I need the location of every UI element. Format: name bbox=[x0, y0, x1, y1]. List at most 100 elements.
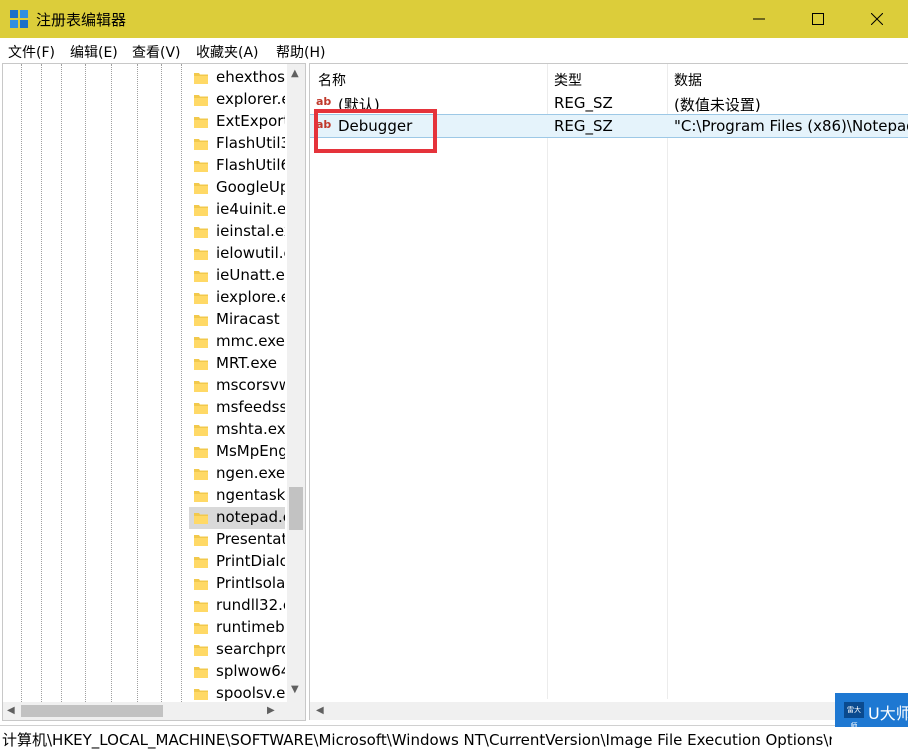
tree-item[interactable]: MsMpEng bbox=[189, 441, 285, 463]
tree-item-label: ExtExport.exe bbox=[216, 112, 285, 130]
tree-scroll-thumb[interactable] bbox=[289, 487, 303, 530]
tree-item[interactable]: ngentask bbox=[189, 485, 285, 507]
tree-item[interactable]: iexplore.exe bbox=[189, 287, 285, 309]
folder-icon bbox=[194, 513, 208, 524]
registry-editor-icon bbox=[10, 10, 28, 28]
folder-icon bbox=[194, 447, 208, 458]
tree-item[interactable]: ExtExport.exe bbox=[189, 111, 285, 133]
tree-item[interactable]: mmc.exe bbox=[189, 331, 285, 353]
value-type: REG_SZ bbox=[554, 94, 613, 112]
folder-icon bbox=[194, 183, 208, 194]
tree-guide bbox=[61, 64, 62, 702]
tree-hscroll-thumb[interactable] bbox=[21, 705, 163, 717]
tree-item-label: ie4uinit.exe bbox=[216, 200, 285, 218]
close-icon bbox=[871, 13, 883, 25]
tree-item[interactable]: ie4uinit.exe bbox=[189, 199, 285, 221]
tree-item-label: GoogleUpdate bbox=[216, 178, 285, 196]
maximize-button[interactable] bbox=[795, 0, 841, 38]
tree-guide bbox=[21, 64, 22, 702]
folder-icon bbox=[194, 315, 208, 326]
column-divider bbox=[547, 64, 548, 699]
tree-guide bbox=[111, 64, 112, 702]
tree-item[interactable]: Presentation bbox=[189, 529, 285, 551]
status-bar: 计算机\HKEY_LOCAL_MACHINE\SOFTWARE\Microsof… bbox=[0, 725, 908, 752]
menu-help[interactable]: 帮助(H) bbox=[276, 42, 325, 62]
tree-item[interactable]: ehexthost.exe bbox=[189, 67, 285, 89]
tree-item[interactable]: MRT.exe bbox=[189, 353, 285, 375]
maximize-icon bbox=[812, 13, 824, 25]
menu-favorites[interactable]: 收藏夹(A) bbox=[196, 42, 259, 62]
tree-item[interactable]: notepad.exe bbox=[189, 507, 285, 529]
tree-item[interactable]: Miracast bbox=[189, 309, 285, 331]
tree-item[interactable]: runtimebroker bbox=[189, 617, 285, 639]
tree-horizontal-scrollbar[interactable]: ◀ ▶ bbox=[3, 702, 305, 720]
folder-icon bbox=[194, 139, 208, 150]
tree-item-label: spoolsv.exe bbox=[216, 684, 285, 702]
menu-file[interactable]: 文件(F) bbox=[8, 42, 55, 62]
tree-item-label: explorer.exe bbox=[216, 90, 285, 108]
folder-icon bbox=[194, 381, 208, 392]
scroll-left-icon[interactable]: ◀ bbox=[316, 705, 324, 716]
tree-item-label: mshta.exe bbox=[216, 420, 285, 438]
folder-icon bbox=[194, 227, 208, 238]
folder-icon bbox=[194, 579, 208, 590]
watermark-logo: 雷大师 bbox=[844, 702, 864, 730]
folder-icon bbox=[194, 469, 208, 480]
minimize-button[interactable] bbox=[736, 0, 782, 38]
tree-vertical-scrollbar[interactable]: ▲ ▼ bbox=[287, 64, 305, 702]
tree-item[interactable]: ieinstal.exe bbox=[189, 221, 285, 243]
menu-bar: 文件(F) 编辑(E) 查看(V) 收藏夹(A) 帮助(H) bbox=[0, 38, 908, 62]
values-list[interactable]: 名称 类型 数据 ab (默认) REG_SZ (数值未设置) ab Debug… bbox=[309, 63, 908, 720]
tree-item[interactable]: msfeedssync bbox=[189, 397, 285, 419]
tree-item[interactable]: splwow64 bbox=[189, 661, 285, 683]
tree-item[interactable]: FlashUtil6 bbox=[189, 155, 285, 177]
folder-icon bbox=[194, 667, 208, 678]
scroll-right-icon[interactable]: ▶ bbox=[267, 705, 275, 716]
folder-icon bbox=[194, 491, 208, 502]
tree-item[interactable]: rundll32.exe bbox=[189, 595, 285, 617]
tree-item[interactable]: ngen.exe bbox=[189, 463, 285, 485]
tree-guide bbox=[181, 64, 182, 702]
list-horizontal-scrollbar[interactable]: ◀ bbox=[310, 702, 908, 720]
tree-item[interactable]: PrintDialog bbox=[189, 551, 285, 573]
folder-icon bbox=[194, 117, 208, 128]
tree-item[interactable]: ieUnatt.exe bbox=[189, 265, 285, 287]
tree-item-label: Presentation bbox=[216, 530, 285, 548]
tree-item[interactable]: GoogleUpdate bbox=[189, 177, 285, 199]
scroll-down-icon[interactable]: ▼ bbox=[291, 684, 299, 695]
tree-item[interactable]: searchprotocol bbox=[189, 639, 285, 661]
folder-icon bbox=[194, 95, 208, 106]
menu-edit[interactable]: 编辑(E) bbox=[70, 42, 118, 62]
tree-item[interactable]: FlashUtil3 bbox=[189, 133, 285, 155]
tree-item-label: Miracast bbox=[216, 310, 280, 328]
scroll-up-icon[interactable]: ▲ bbox=[291, 68, 299, 79]
folder-icon bbox=[194, 73, 208, 84]
tree-guide bbox=[41, 64, 42, 702]
column-header-name[interactable]: 名称 bbox=[318, 70, 346, 90]
tree-item[interactable]: PrintIsolation bbox=[189, 573, 285, 595]
watermark-text: U大师 bbox=[868, 704, 908, 723]
tree-item-label: ielowutil.exe bbox=[216, 244, 285, 262]
registry-tree[interactable]: ehexthost.exe explorer.exe ExtExport.exe Fl… bbox=[2, 63, 306, 721]
tree-item[interactable]: mscorsvw bbox=[189, 375, 285, 397]
status-path: 计算机\HKEY_LOCAL_MACHINE\SOFTWARE\Microsof… bbox=[2, 731, 832, 749]
folder-icon bbox=[194, 689, 208, 700]
close-button[interactable] bbox=[854, 0, 900, 38]
folder-icon bbox=[194, 535, 208, 546]
scroll-left-icon[interactable]: ◀ bbox=[7, 705, 15, 716]
tree-item-label: MRT.exe bbox=[216, 354, 278, 372]
column-divider bbox=[667, 64, 668, 699]
tree-item[interactable]: explorer.exe bbox=[189, 89, 285, 111]
tree-item-label: rundll32.exe bbox=[216, 596, 285, 614]
tree-item-label: ngen.exe bbox=[216, 464, 285, 482]
tree-item[interactable]: ielowutil.exe bbox=[189, 243, 285, 265]
tree-item[interactable]: mshta.exe bbox=[189, 419, 285, 441]
menu-view[interactable]: 查看(V) bbox=[132, 42, 181, 62]
column-header-data[interactable]: 数据 bbox=[674, 70, 702, 90]
folder-icon bbox=[194, 271, 208, 282]
column-header-type[interactable]: 类型 bbox=[554, 70, 582, 90]
value-type: REG_SZ bbox=[554, 117, 613, 135]
folder-icon bbox=[194, 403, 208, 414]
value-data: "C:\Program Files (x86)\Notepad bbox=[674, 117, 908, 135]
tree-guide bbox=[161, 64, 162, 702]
